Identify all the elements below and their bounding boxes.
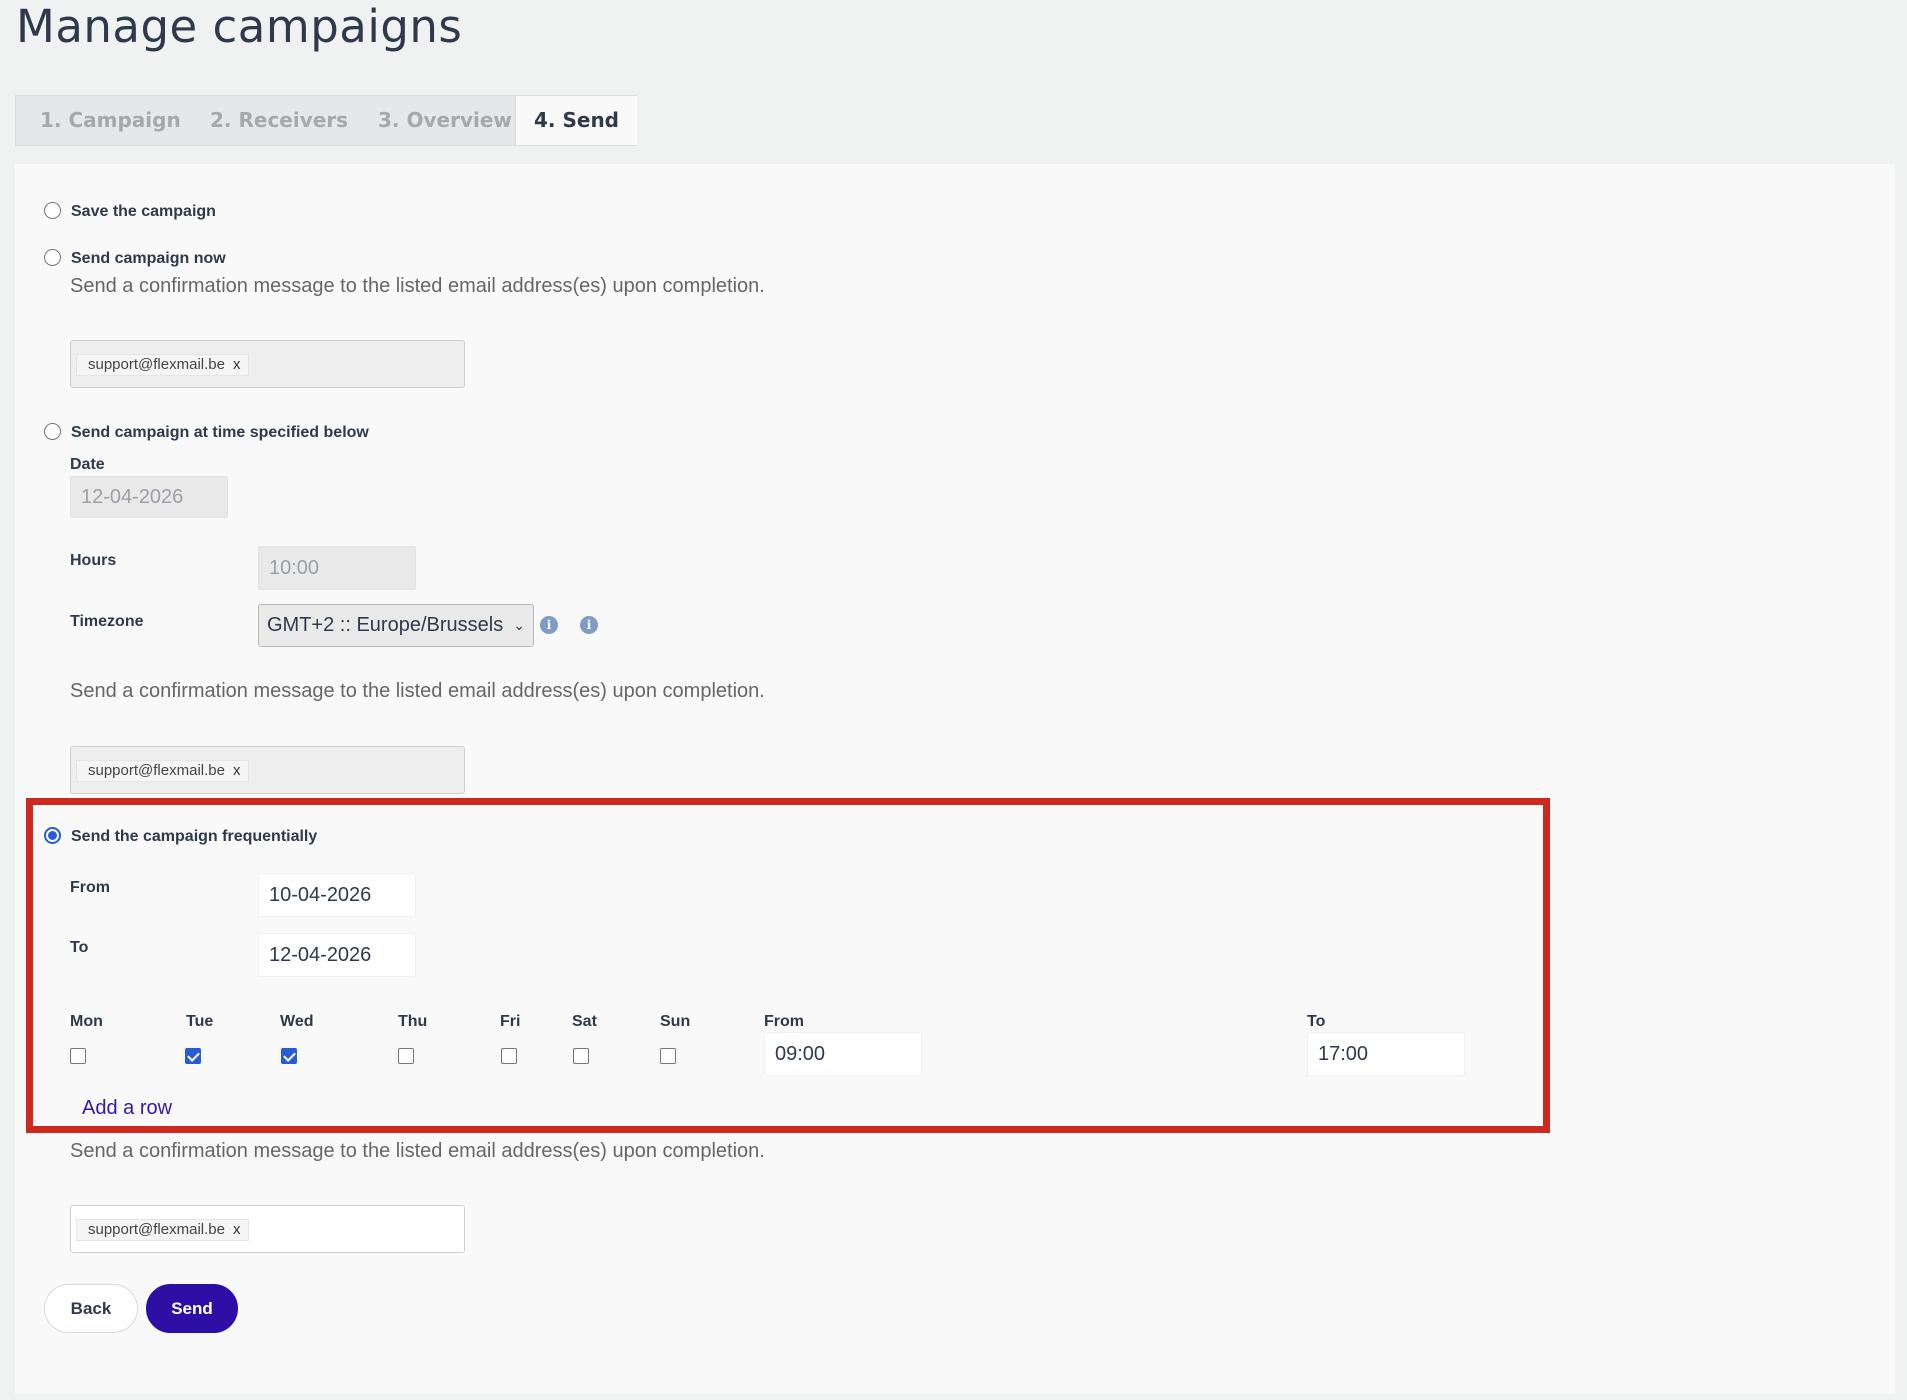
scheduled-date-input[interactable]: 12-04-2026: [70, 476, 228, 518]
scheduled-email-input[interactable]: support@flexmail.be x: [70, 746, 465, 794]
day-label-sun: Sun: [660, 1013, 691, 1030]
tab-overview[interactable]: 3. Overview: [378, 96, 512, 145]
checkbox-thu[interactable]: [398, 1048, 414, 1064]
email-tag-text: support@flexmail.be: [88, 1221, 225, 1238]
send-button[interactable]: Send: [146, 1284, 238, 1333]
save-campaign-label: Save the campaign: [71, 203, 216, 220]
time-from-input[interactable]: 09:00: [764, 1032, 922, 1076]
day-label-thu: Thu: [398, 1013, 428, 1030]
from-date-label: From: [70, 879, 110, 896]
timezone-label: Timezone: [70, 613, 144, 630]
checkbox-sun[interactable]: [660, 1048, 676, 1064]
email-tag-text: support@flexmail.be: [88, 762, 225, 779]
frequent-from-date-input[interactable]: 10-04-2026: [258, 873, 416, 917]
highlight-frame: [26, 798, 1550, 1133]
radio-send-scheduled[interactable]: [44, 423, 61, 440]
add-row-link[interactable]: Add a row: [82, 1097, 172, 1120]
checkbox-wed[interactable]: [281, 1048, 297, 1064]
timezone-select[interactable]: GMT+2 :: Europe/Brussels ⌄: [258, 604, 534, 647]
email-tag: support@flexmail.be x: [76, 1219, 250, 1241]
hours-label: Hours: [70, 552, 117, 569]
send-options-panel: Save the campaign Send campaign now Send…: [15, 164, 1895, 1394]
day-label-mon: Mon: [70, 1013, 103, 1030]
wizard-tabs: 1. Campaign 2. Receivers 3. Overview 4. …: [15, 95, 637, 146]
day-label-tue: Tue: [186, 1013, 214, 1030]
info-icon[interactable]: i: [540, 616, 558, 634]
checkbox-tue[interactable]: [185, 1048, 201, 1064]
frequent-to-date-input[interactable]: 12-04-2026: [258, 933, 416, 977]
day-label-sat: Sat: [572, 1013, 597, 1030]
info-icon[interactable]: i: [580, 616, 598, 634]
checkbox-sat[interactable]: [573, 1048, 589, 1064]
remove-tag-icon[interactable]: x: [233, 762, 241, 779]
time-to-input[interactable]: 17:00: [1307, 1032, 1465, 1076]
time-to-label: To: [1307, 1013, 1326, 1030]
radio-send-frequent[interactable]: [44, 827, 61, 844]
email-tag: support@flexmail.be x: [76, 354, 250, 376]
radio-send-now[interactable]: [44, 249, 61, 266]
scheduled-hours-input[interactable]: 10:00: [258, 546, 416, 590]
to-date-label: To: [70, 939, 89, 956]
remove-tag-icon[interactable]: x: [233, 1221, 241, 1238]
frequent-confirmation-text: Send a confirmation message to the liste…: [70, 1140, 765, 1162]
page-title: Manage campaigns: [16, 0, 463, 53]
tab-send[interactable]: 4. Send: [515, 96, 637, 145]
day-label-wed: Wed: [280, 1013, 314, 1030]
frequent-email-input[interactable]: support@flexmail.be x: [70, 1205, 465, 1253]
date-label: Date: [70, 456, 105, 473]
scheduled-confirmation-text: Send a confirmation message to the liste…: [70, 680, 765, 702]
email-tag: support@flexmail.be x: [76, 760, 250, 782]
back-button[interactable]: Back: [44, 1284, 138, 1333]
tab-campaign[interactable]: 1. Campaign: [40, 96, 181, 145]
chevron-down-icon: ⌄: [513, 617, 525, 633]
timezone-selected-value: GMT+2 :: Europe/Brussels: [267, 614, 504, 636]
checkbox-mon[interactable]: [70, 1048, 86, 1064]
send-scheduled-label: Send campaign at time specified below: [71, 424, 369, 441]
tab-receivers[interactable]: 2. Receivers: [210, 96, 348, 145]
radio-save-campaign[interactable]: [44, 202, 61, 219]
send-now-email-input[interactable]: support@flexmail.be x: [70, 340, 465, 388]
time-from-label: From: [764, 1013, 804, 1030]
send-frequent-label: Send the campaign frequentially: [71, 828, 318, 845]
email-tag-text: support@flexmail.be: [88, 356, 225, 373]
checkbox-fri[interactable]: [501, 1048, 517, 1064]
remove-tag-icon[interactable]: x: [233, 356, 241, 373]
send-now-label: Send campaign now: [71, 250, 226, 267]
day-label-fri: Fri: [500, 1013, 521, 1030]
send-now-confirmation-text: Send a confirmation message to the liste…: [70, 275, 765, 297]
